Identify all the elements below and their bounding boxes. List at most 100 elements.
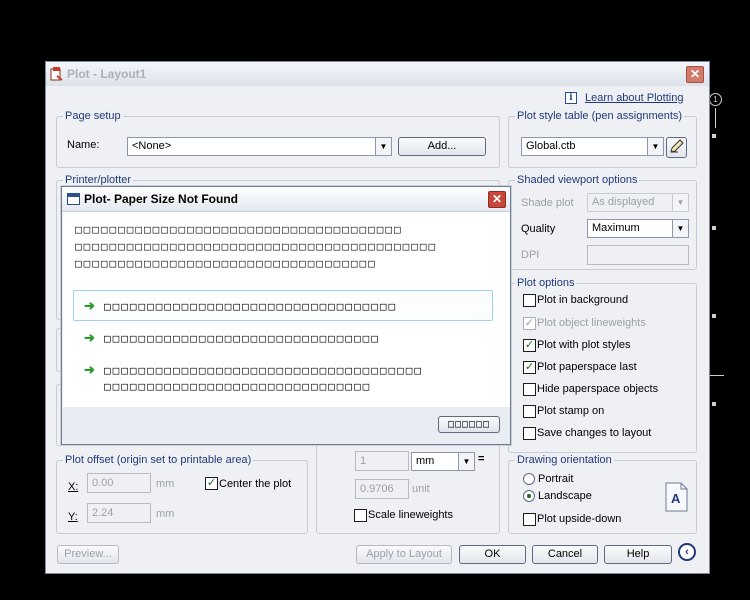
landscape-radio[interactable] (523, 490, 535, 502)
plot-upside-down-checkbox[interactable] (523, 513, 536, 526)
scale-unit-field[interactable]: 0.9706 (355, 479, 409, 499)
plot-options-label: Plot options (515, 277, 577, 289)
canvas-line (712, 226, 716, 230)
chevron-down-icon: ▼ (458, 453, 474, 470)
offset-y-unit: mm (156, 508, 175, 520)
drawing-orientation-label: Drawing orientation (515, 454, 614, 466)
chevron-down-icon: ▼ (672, 220, 688, 237)
shaded-viewport-group: Shaded viewport options Shade plot As di… (508, 174, 697, 270)
plot-object-lineweights-label: Plot object lineweights (537, 317, 646, 329)
collapse-options-icon[interactable]: ‹ (678, 543, 696, 561)
learn-about-plotting-link[interactable]: Learn about Plotting (585, 92, 683, 104)
error-message-line-2: □□□□□□□□□□□□□□□□□□□□□□□□□□□□□□□□□□□□□□□□… (75, 240, 438, 253)
shaded-viewport-label: Shaded viewport options (515, 174, 640, 186)
printer-plotter-label: Printer/plotter (63, 174, 134, 186)
option-3-text: □□□□□□□□□□□□□□□□□□□□□□□□□□□□□□□□□□□□□ (104, 364, 424, 377)
error-titlebar[interactable]: Plot- Paper Size Not Found ✕ (62, 187, 510, 212)
canvas-line (712, 314, 716, 318)
canvas-line (710, 375, 724, 376)
plot-style-table-group: Plot style table (pen assignments) Globa… (508, 110, 697, 168)
option-1[interactable]: ➜ □□□□□□□□□□□□□□□□□□□□□□□□□□□□□□□□□□ (73, 290, 493, 321)
plot-stamp-on-checkbox[interactable] (523, 405, 536, 418)
save-changes-to-layout-checkbox[interactable] (523, 427, 536, 440)
option-3-text-line-2: □□□□□□□□□□□□□□□□□□□□□□□□□□□□□□□ (104, 380, 372, 393)
help-button[interactable]: Help (604, 545, 672, 564)
offset-x-label: X: (68, 481, 79, 493)
scale-value-field[interactable]: 1 (355, 451, 409, 471)
offset-x-unit: mm (156, 478, 175, 490)
option-3[interactable]: ➜ □□□□□□□□□□□□□□□□□□□□□□□□□□□□□□□□□□□□□ … (73, 357, 493, 397)
plot-in-background-label: Plot in background (537, 294, 629, 306)
green-arrow-icon: ➜ (84, 330, 95, 345)
error-body: □□□□□□□□□□□□□□□□□□□□□□□□□□□□□□□□□□□□□□ □… (63, 212, 510, 407)
landscape-page-icon: A (665, 482, 688, 512)
canvas-line (712, 134, 716, 138)
scale-unit-field-value: 0.9706 (360, 483, 394, 495)
page-setup-name-select[interactable]: <None> ▼ (127, 137, 392, 156)
quality-value: Maximum (592, 222, 640, 234)
plot-paperspace-last-label: Plot paperspace last (537, 361, 637, 373)
apply-to-layout-button[interactable]: Apply to Layout (356, 545, 452, 564)
option-2[interactable]: ➜ □□□□□□□□□□□□□□□□□□□□□□□□□□□□□□□□ (73, 325, 493, 351)
scale-unit-label: unit (412, 483, 430, 495)
save-changes-to-layout-label: Save changes to layout (537, 427, 652, 439)
green-arrow-icon: ➜ (84, 362, 95, 377)
plot-app-icon (50, 67, 63, 81)
offset-x-field[interactable]: 0.00 (87, 473, 151, 493)
plot-object-lineweights-checkbox[interactable]: ✓ (523, 317, 536, 330)
quality-label: Quality (521, 223, 556, 235)
plot-with-plot-styles-label: Plot with plot styles (537, 339, 631, 351)
option-1-text: □□□□□□□□□□□□□□□□□□□□□□□□□□□□□□□□□□ (104, 300, 398, 313)
plot-dialog-title: Plot - Layout1 (67, 67, 147, 81)
equals-sign: = (478, 453, 485, 465)
scale-lineweights-label: Scale lineweights (368, 509, 453, 521)
plot-offset-label: Plot offset (origin set to printable are… (63, 454, 254, 466)
offset-y-label: Y: (68, 511, 78, 523)
shade-plot-select[interactable]: As displayed ▼ (587, 193, 689, 212)
page-setup-name-value: <None> (132, 140, 172, 152)
dpi-field[interactable] (587, 245, 689, 265)
close-button[interactable]: ✕ (686, 66, 704, 83)
plot-paperspace-last-checkbox[interactable]: ✓ (523, 361, 536, 374)
error-close-button[interactable]: ✕ (488, 191, 506, 208)
canvas-line (715, 108, 716, 128)
plot-with-plot-styles-checkbox[interactable]: ✓ (523, 339, 536, 352)
plot-style-table-label: Plot style table (pen assignments) (515, 110, 685, 122)
center-the-plot-checkbox[interactable]: ✓ (205, 477, 218, 490)
shade-plot-label: Shade plot (521, 197, 574, 209)
portrait-radio[interactable] (523, 473, 535, 485)
name-label: Name: (67, 139, 100, 151)
page-setup-group: Page setup Name: <None> ▼ Add... (56, 110, 500, 168)
chevron-down-icon: ▼ (647, 138, 663, 155)
cancel-button[interactable]: Cancel (532, 545, 598, 564)
offset-x-value: 0.00 (92, 477, 114, 489)
add-button[interactable]: Add... (398, 137, 486, 156)
ok-button[interactable]: OK (459, 545, 526, 564)
plot-style-table-select[interactable]: Global.ctb ▼ (521, 137, 664, 156)
svg-text:A: A (671, 491, 681, 506)
error-message-line-3: □□□□□□□□□□□□□□□□□□□□□□□□□□□□□□□□□□□ (75, 257, 377, 270)
quality-select[interactable]: Maximum ▼ (587, 219, 689, 238)
shade-plot-value: As displayed (592, 196, 655, 208)
edit-plot-style-button[interactable] (666, 137, 687, 158)
preview-button[interactable]: Preview... (57, 545, 119, 564)
viewport-marker-icon: 1 (709, 93, 722, 106)
plot-style-table-value: Global.ctb (526, 140, 576, 152)
offset-y-field[interactable]: 2.24 (87, 503, 151, 523)
plot-stamp-on-label: Plot stamp on (537, 405, 605, 417)
page-setup-label: Page setup (63, 110, 123, 122)
plot-titlebar[interactable]: Plot - Layout1 ✕ (46, 62, 709, 86)
option-2-text: □□□□□□□□□□□□□□□□□□□□□□□□□□□□□□□□ (104, 332, 380, 345)
plot-in-background-checkbox[interactable] (523, 294, 536, 307)
hide-paperspace-objects-checkbox[interactable] (523, 383, 536, 396)
scale-unit-select[interactable]: mm ▼ (411, 452, 475, 471)
scale-lineweights-checkbox[interactable] (354, 509, 367, 522)
offset-y-value: 2.24 (92, 507, 114, 519)
dpi-label: DPI (521, 249, 540, 261)
error-dialog-button[interactable]: □□□□□□ (438, 416, 500, 433)
canvas-line (712, 402, 716, 406)
window-icon (67, 193, 80, 205)
chevron-down-icon: ▼ (672, 194, 688, 211)
error-message-line-1: □□□□□□□□□□□□□□□□□□□□□□□□□□□□□□□□□□□□□□ (75, 223, 403, 236)
paper-size-not-found-dialog: Plot- Paper Size Not Found ✕ □□□□□□□□□□□… (61, 186, 511, 445)
